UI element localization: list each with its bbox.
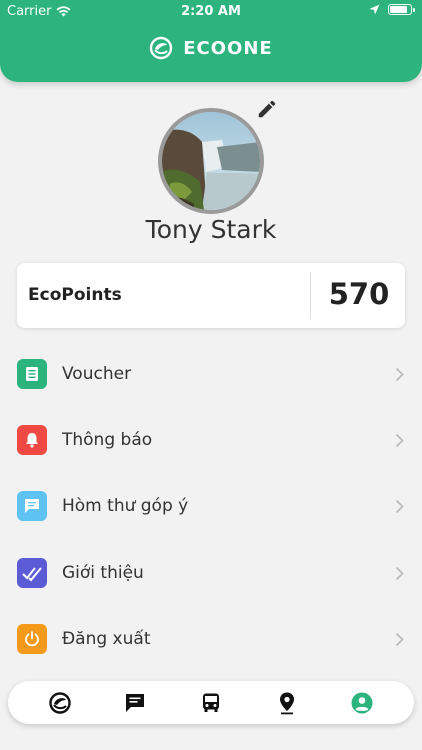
chevron-right-icon (395, 367, 404, 382)
ecopoints-card: EcoPoints 570 (17, 263, 405, 328)
bus-icon (202, 693, 219, 712)
status-bar: Carrier 2:20 AM (0, 0, 422, 22)
menu-item-label: Đăng xuất (62, 629, 151, 649)
bottom-tab-bar (8, 681, 414, 724)
chevron-right-icon (395, 499, 404, 514)
avatar[interactable] (158, 108, 264, 214)
ecopoints-value: 570 (328, 277, 390, 311)
profile-icon (351, 692, 373, 713)
home-logo-icon (49, 691, 71, 714)
tab-map[interactable] (267, 683, 307, 723)
brand-name: ECOONE (183, 37, 273, 59)
avatar-photo (162, 112, 260, 210)
chat-icon (126, 693, 145, 712)
chevron-right-icon (395, 632, 404, 647)
edit-profile-icon[interactable] (256, 98, 278, 120)
tab-profile[interactable] (342, 683, 382, 723)
tab-home[interactable] (40, 683, 80, 723)
voucher-icon (17, 359, 47, 389)
chevron-right-icon (395, 566, 404, 581)
location-arrow-icon (369, 4, 380, 15)
ecoone-logo-icon (150, 36, 173, 60)
menu-item-feedback[interactable]: Hòm thư góp ý (0, 479, 422, 535)
menu-item-logout[interactable]: Đăng xuất (0, 612, 422, 668)
bell-icon (17, 425, 47, 455)
feedback-icon (17, 491, 47, 521)
menu-item-label: Hòm thư góp ý (62, 496, 189, 516)
tab-chat[interactable] (115, 683, 155, 723)
location-pin-icon (279, 692, 294, 714)
battery-icon (388, 4, 415, 15)
power-icon (17, 624, 47, 654)
status-right (369, 4, 415, 15)
menu-item-notifications[interactable]: Thông báo (0, 413, 422, 469)
menu-item-about[interactable]: Giới thiệu (0, 546, 422, 602)
ecopoints-label: EcoPoints (28, 285, 122, 305)
menu-item-voucher[interactable]: Voucher (0, 347, 422, 403)
chevron-right-icon (395, 433, 404, 448)
tab-bus[interactable] (191, 683, 231, 723)
menu-item-label: Thông báo (62, 430, 153, 450)
app-header: Carrier 2:20 AM ECOONE (0, 0, 422, 82)
brand: ECOONE (0, 36, 422, 60)
profile-name: Tony Stark (145, 215, 277, 244)
menu-item-label: Voucher (62, 364, 132, 384)
ecopoints-divider (310, 272, 311, 319)
double-check-icon (17, 558, 47, 588)
clock: 2:20 AM (181, 4, 241, 19)
menu-item-label: Giới thiệu (62, 563, 144, 583)
